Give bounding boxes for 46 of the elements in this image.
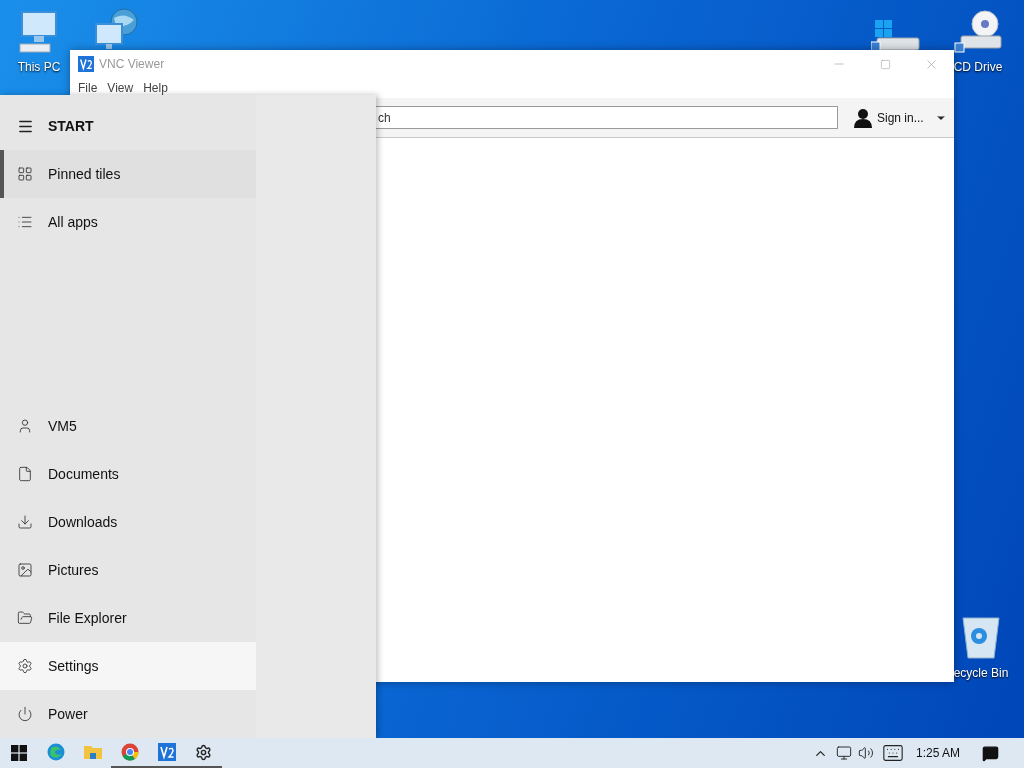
maximize-icon <box>879 58 891 70</box>
browser-icon <box>46 743 65 761</box>
desktop-icon-label: ecycle Bin <box>953 666 1009 681</box>
start-menu-item[interactable]: File Explorer <box>0 594 256 642</box>
start-menu-item[interactable]: Pictures <box>0 546 256 594</box>
tiles-icon <box>17 166 33 182</box>
start-menu-item[interactable]: Power <box>0 690 256 738</box>
menu-item[interactable]: Help <box>138 79 173 97</box>
folder-icon <box>82 744 103 760</box>
start-menu-item[interactable]: VM5 <box>0 402 256 450</box>
nav-item[interactable]: Pinned tiles <box>0 150 256 198</box>
list-icon <box>17 214 33 230</box>
clock[interactable]: 1:25 AM <box>915 744 960 762</box>
volume-icon[interactable] <box>857 745 874 761</box>
user-icon <box>854 107 872 128</box>
settings-icon <box>195 743 212 761</box>
start-menu-item[interactable]: Downloads <box>0 498 256 546</box>
desktop-icon-label: This PC <box>17 60 61 75</box>
search-field[interactable]: ch <box>376 106 838 129</box>
network-computer-icon[interactable] <box>94 8 140 50</box>
nav-item[interactable]: All apps <box>0 198 256 246</box>
app-logo-icon <box>78 56 94 72</box>
start-menu-item[interactable]: Settings <box>0 642 256 690</box>
menu-item[interactable]: File <box>73 79 103 97</box>
start-title: START <box>48 116 94 136</box>
keyboard-icon[interactable] <box>881 742 904 764</box>
download-icon <box>17 514 33 530</box>
user-icon <box>17 418 33 434</box>
picture-icon <box>17 562 33 578</box>
app-logo-icon <box>157 743 176 761</box>
window-title: VNC Viewer <box>99 56 165 73</box>
notifications-icon[interactable] <box>982 744 999 762</box>
sign-in-button[interactable]: Sign in... <box>854 107 947 128</box>
folder-icon <box>17 610 33 626</box>
recycle-bin-icon[interactable] <box>961 614 1001 660</box>
disc-drive-icon[interactable] <box>953 10 1003 54</box>
document-icon <box>17 466 33 482</box>
power-icon <box>17 706 33 722</box>
settings-icon <box>17 658 33 674</box>
windows-logo-icon <box>10 745 27 761</box>
network-icon[interactable] <box>835 745 852 761</box>
drive-icon[interactable] <box>871 18 921 52</box>
desktop-icon-label: CD Drive <box>953 60 1003 75</box>
menu-item[interactable]: View <box>102 79 139 97</box>
start-menu-item[interactable]: Documents <box>0 450 256 498</box>
browser-icon <box>120 743 139 761</box>
